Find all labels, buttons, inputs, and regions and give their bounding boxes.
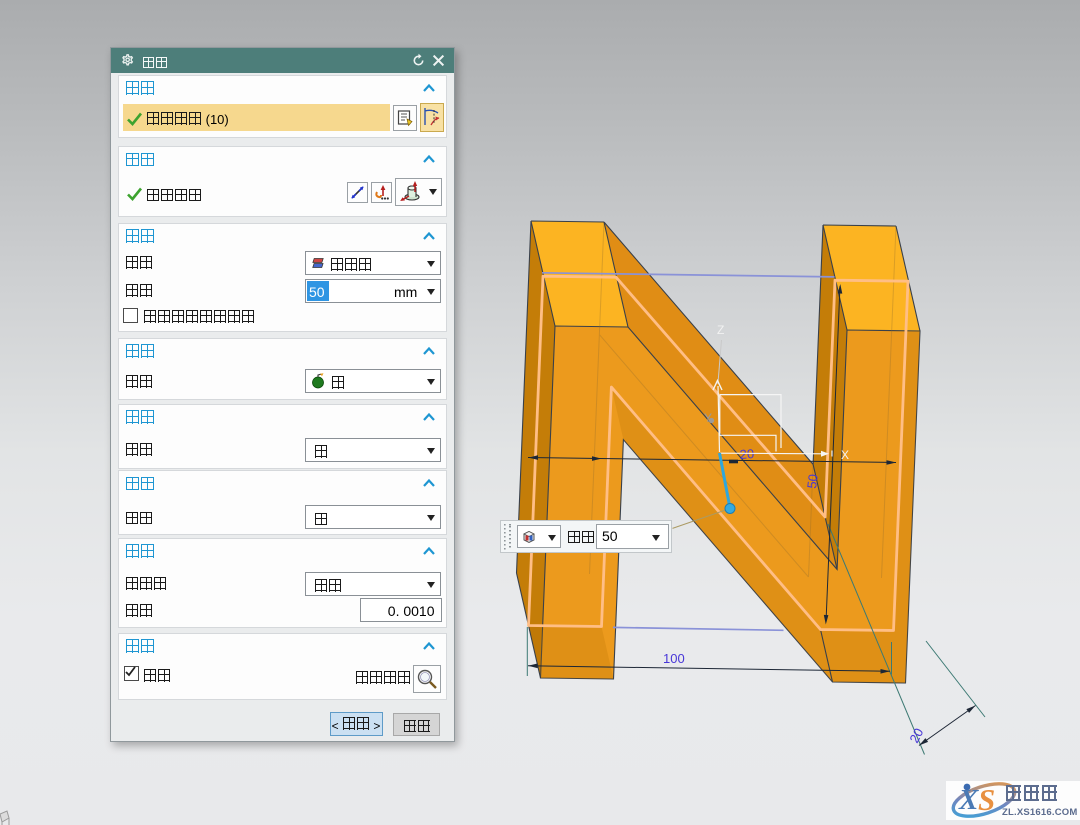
svg-text:20: 20 xyxy=(739,446,754,462)
svg-text:X: X xyxy=(958,784,979,816)
svg-text:100: 100 xyxy=(663,651,685,666)
svg-text:50: 50 xyxy=(804,473,821,489)
svg-text:S: S xyxy=(978,782,995,817)
svg-text:X: X xyxy=(841,448,849,462)
svg-text:Z: Z xyxy=(717,323,724,337)
